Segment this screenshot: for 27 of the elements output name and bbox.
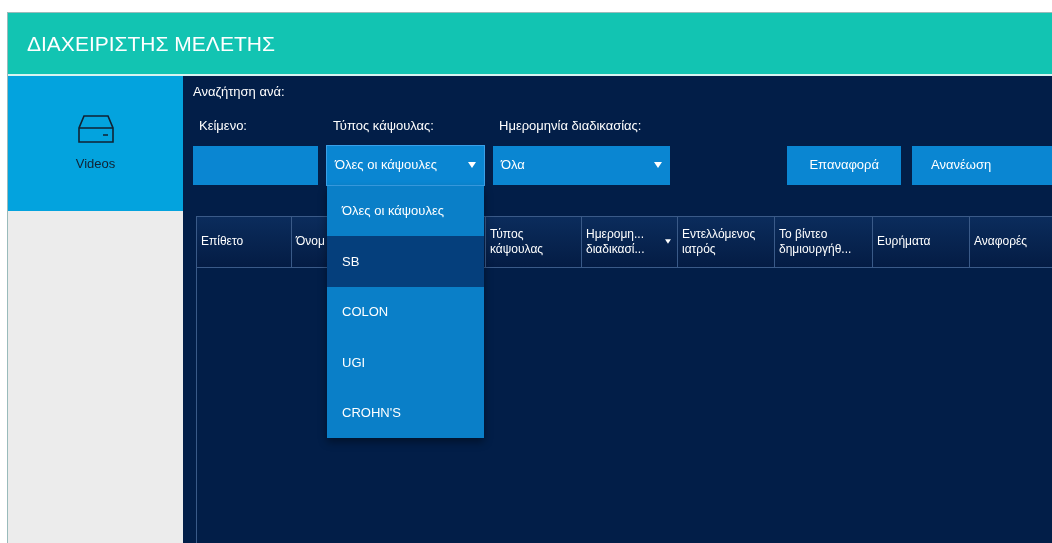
text-field[interactable] <box>193 145 318 185</box>
dropdown-option[interactable]: UGI <box>327 337 484 388</box>
filter-label: Τύπος κάψουλας: <box>332 116 435 132</box>
filter-label: Ημερομηνία διαδικασίας: <box>498 116 643 132</box>
column-header[interactable]: Το βίντεο δημιουργήθ... <box>774 216 872 267</box>
search-label: Αναζήτηση ανά: <box>193 84 285 99</box>
drive-icon <box>76 113 115 144</box>
dropdown-option[interactable]: Όλες οι κάψουλες <box>327 185 484 236</box>
caret-icon <box>654 162 662 168</box>
sort-icon <box>665 238 671 245</box>
column-header[interactable]: Όνομ <box>291 216 328 267</box>
column-header[interactable]: Τύπος κάψουλας <box>485 216 581 267</box>
column-header[interactable]: Ευρήματα <box>872 216 969 267</box>
action-button[interactable]: Ανανέωση <box>912 145 1052 185</box>
column-header[interactable]: Ημερομη... διαδικασί... <box>581 216 677 267</box>
caret-icon <box>468 162 476 168</box>
sidebar-item[interactable]: Videos <box>8 76 183 211</box>
dropdown-option[interactable]: CROHN'S <box>327 387 484 438</box>
app-title: ΔΙΑΧΕΙΡΙΣΤΗΣ ΜΕΛΕΤΗΣ <box>27 30 275 57</box>
dropdown-option[interactable]: SB <box>327 236 484 287</box>
column-header[interactable]: Αναφορές <box>969 216 1052 267</box>
dropdown-option[interactable]: COLON <box>327 286 484 337</box>
action-button[interactable]: Επαναφορά <box>787 145 901 185</box>
column-header[interactable]: Εντελλόμενος ιατρός <box>677 216 774 267</box>
filter-label: Κείμενο: <box>198 116 248 132</box>
dropdown-field[interactable]: Όλα <box>493 145 670 185</box>
column-header[interactable]: Επίθετο <box>196 216 291 267</box>
